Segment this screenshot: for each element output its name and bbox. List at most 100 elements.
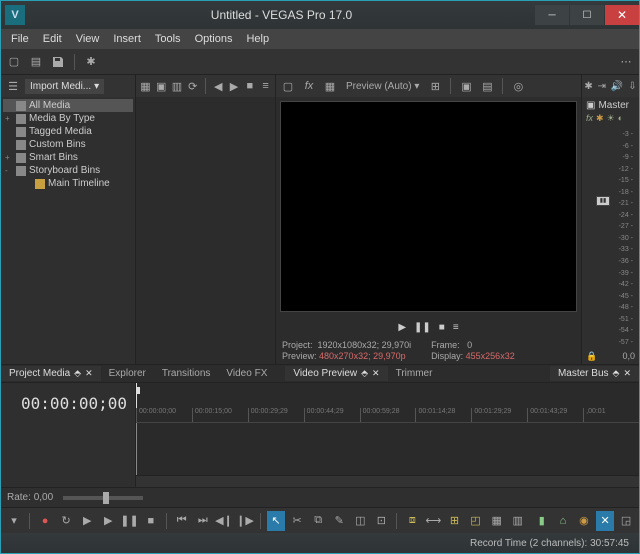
tab-master-bus[interactable]: Master Bus⬘✕ xyxy=(550,366,639,381)
save-icon[interactable] xyxy=(49,53,67,71)
menu-insert[interactable]: Insert xyxy=(107,31,147,47)
tree-custom-bins[interactable]: Custom Bins xyxy=(3,138,133,151)
tb-icon[interactable]: ▥ xyxy=(171,77,184,95)
close-button[interactable]: ✕ xyxy=(605,5,639,25)
play-icon[interactable]: ▶ xyxy=(228,77,241,95)
views-icon[interactable]: ☰ xyxy=(4,77,22,95)
expand-icon[interactable]: ▣ xyxy=(586,100,595,111)
menu-icon[interactable]: ≡ xyxy=(453,322,459,333)
tab-video-fx[interactable]: Video FX xyxy=(218,366,275,381)
rate-slider[interactable] xyxy=(63,496,143,500)
pause-icon[interactable]: ❚❚ xyxy=(120,511,138,531)
tree-tagged-media[interactable]: Tagged Media xyxy=(3,125,133,138)
timeline-tracks[interactable] xyxy=(136,423,639,475)
tool-icon[interactable]: ▦ xyxy=(488,511,506,531)
tool-icon[interactable]: ⊞ xyxy=(445,511,463,531)
pause-icon[interactable]: ❚❚ xyxy=(414,322,431,333)
import-media-button[interactable]: Import Medi...▾ xyxy=(25,79,104,94)
tb-icon[interactable]: ◎ xyxy=(509,77,527,95)
close-icon[interactable]: ✕ xyxy=(85,368,93,379)
timeline-scrollbar[interactable] xyxy=(136,475,639,487)
tool-icon[interactable]: ⧉ xyxy=(309,511,327,531)
speaker-icon[interactable]: 🔊 xyxy=(611,81,623,92)
tab-project-media[interactable]: Project Media⬘✕ xyxy=(1,366,101,381)
tb-icon[interactable]: ☀ xyxy=(607,113,615,127)
tool-icon[interactable]: ✕ xyxy=(596,511,614,531)
go-start-icon[interactable]: ⏮ xyxy=(173,511,191,531)
lock-icon[interactable]: 🔒 xyxy=(586,351,597,362)
menu-view[interactable]: View xyxy=(70,31,106,47)
tree-all-media[interactable]: All Media xyxy=(3,99,133,112)
tool-icon[interactable]: ◲ xyxy=(617,511,635,531)
menu-tools[interactable]: Tools xyxy=(149,31,187,47)
tree-main-timeline[interactable]: Main Timeline xyxy=(3,177,133,190)
tree-smart-bins[interactable]: +Smart Bins xyxy=(3,151,133,164)
tool-icon[interactable]: ⟷ xyxy=(424,511,442,531)
tb-icon[interactable]: ≡ xyxy=(259,77,272,95)
tool-icon[interactable]: ▥ xyxy=(509,511,527,531)
pin-icon[interactable]: ⬘ xyxy=(613,368,620,379)
go-end-icon[interactable]: ⏭ xyxy=(194,511,212,531)
tb-icon[interactable]: ◀ xyxy=(212,77,225,95)
menu-options[interactable]: Options xyxy=(189,31,239,47)
tool-icon[interactable]: ✂ xyxy=(288,511,306,531)
stop-icon[interactable]: ■ xyxy=(243,77,256,95)
tool-icon[interactable]: ◰ xyxy=(467,511,485,531)
new-project-icon[interactable]: ▢ xyxy=(5,53,23,71)
fx-icon[interactable]: fx xyxy=(586,113,593,127)
tb-icon[interactable]: ⟳ xyxy=(186,77,199,95)
master-fader[interactable]: ▮▮ xyxy=(596,196,610,206)
stop-icon[interactable]: ■ xyxy=(439,322,445,333)
tab-trimmer[interactable]: Trimmer xyxy=(388,366,441,381)
gear-icon[interactable]: ✱ xyxy=(584,81,592,92)
timeline-ruler[interactable]: 00:00:00;0000:00:15;0000:00:29;2900:00:4… xyxy=(136,383,639,423)
play-icon[interactable]: ▶ xyxy=(398,322,406,333)
play-icon[interactable]: ▶ xyxy=(99,511,117,531)
close-icon[interactable]: ✕ xyxy=(372,368,380,379)
tb-icon[interactable]: ▦ xyxy=(139,77,152,95)
menu-help[interactable]: Help xyxy=(240,31,275,47)
menu-edit[interactable]: Edit xyxy=(37,31,68,47)
properties-icon[interactable]: ✱ xyxy=(82,53,100,71)
tab-explorer[interactable]: Explorer xyxy=(101,366,154,381)
help-icon[interactable]: ⋯ xyxy=(617,53,635,71)
snap-icon[interactable]: ⧈ xyxy=(403,511,421,531)
tb-icon[interactable]: ▢ xyxy=(279,77,297,95)
tb-icon[interactable]: ▣ xyxy=(155,77,168,95)
tab-video-preview[interactable]: Video Preview⬘✕ xyxy=(285,366,387,381)
tool-icon[interactable]: ▮ xyxy=(533,511,551,531)
pin-icon[interactable]: ⬘ xyxy=(74,368,81,379)
fx-icon[interactable]: fx xyxy=(300,77,318,95)
tool-icon[interactable]: ⊡ xyxy=(372,511,390,531)
close-icon[interactable]: ✕ xyxy=(623,368,631,379)
tb-icon[interactable]: ⊞ xyxy=(426,77,444,95)
tool-icon[interactable]: ✎ xyxy=(330,511,348,531)
dim-icon[interactable]: ⇩ xyxy=(628,81,636,92)
minimize-button[interactable]: ─ xyxy=(535,5,569,25)
next-frame-icon[interactable]: ❙▶ xyxy=(236,511,254,531)
insert-bus-icon[interactable]: ⇥ xyxy=(598,81,606,92)
loop-icon[interactable]: ↻ xyxy=(57,511,75,531)
tool-icon[interactable]: ◉ xyxy=(575,511,593,531)
menu-file[interactable]: File xyxy=(5,31,35,47)
tb-icon[interactable]: ◐ xyxy=(618,113,623,127)
prev-frame-icon[interactable]: ◀❙ xyxy=(215,511,233,531)
normal-edit-icon[interactable]: ↖ xyxy=(267,511,285,531)
stop-icon[interactable]: ■ xyxy=(142,511,160,531)
tree-storyboard-bins[interactable]: -Storyboard Bins xyxy=(3,164,133,177)
tb-icon[interactable]: ▦ xyxy=(321,77,339,95)
tab-transitions[interactable]: Transitions xyxy=(154,366,219,381)
tb-icon[interactable]: ▣ xyxy=(457,77,475,95)
tool-icon[interactable]: ◫ xyxy=(351,511,369,531)
tool-icon[interactable]: ⌂ xyxy=(554,511,572,531)
open-icon[interactable]: ▤ xyxy=(27,53,45,71)
record-icon[interactable]: ● xyxy=(36,511,54,531)
pin-icon[interactable]: ⬘ xyxy=(361,368,368,379)
tree-media-by-type[interactable]: +Media By Type xyxy=(3,112,133,125)
preview-quality-dropdown[interactable]: Preview (Auto) ▾ xyxy=(342,79,423,94)
tool-icon[interactable]: ▾ xyxy=(5,511,23,531)
tb-icon[interactable]: ✱ xyxy=(596,113,604,127)
tb-icon[interactable]: ▤ xyxy=(478,77,496,95)
maximize-button[interactable]: ☐ xyxy=(570,5,604,25)
play-start-icon[interactable]: ▶ xyxy=(78,511,96,531)
